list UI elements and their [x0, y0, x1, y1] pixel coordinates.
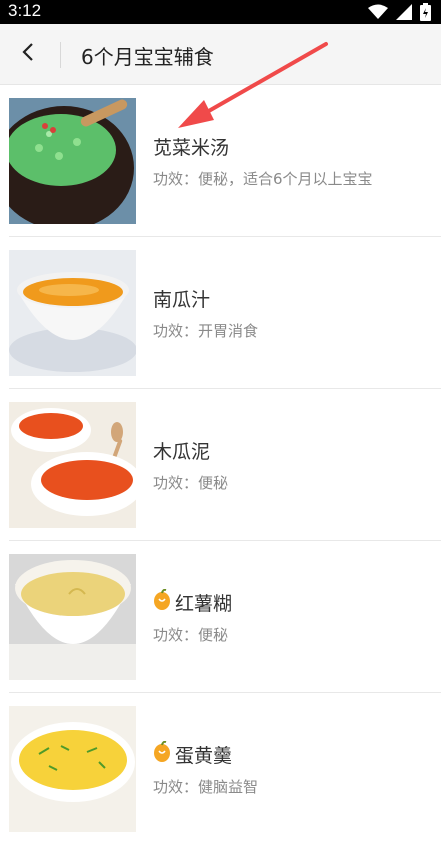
effect-label: 功效： [153, 322, 199, 340]
sweet-potato-icon [153, 740, 171, 768]
effect-label: 功效： [153, 626, 199, 644]
recipe-effect: 功效：开胃消食 [153, 320, 258, 341]
page-title: 6个月宝宝辅食 [81, 45, 214, 69]
signal-icon [396, 4, 412, 20]
list-item[interactable]: 蛋黄羹 功效：健脑益智 [0, 693, 441, 845]
recipe-name-text: 蛋黄羹 [175, 745, 233, 767]
chevron-left-icon [21, 42, 35, 66]
recipe-effect: 功效：便秘，适合6个月以上宝宝 [153, 168, 373, 189]
effect-value: 便秘 [198, 474, 229, 492]
effect-label: 功效： [153, 778, 199, 796]
recipe-name-text: 南瓜汁 [153, 289, 211, 311]
list-item[interactable]: 南瓜汁 功效：开胃消食 [0, 237, 441, 389]
recipe-effect: 功效：便秘 [153, 624, 228, 645]
status-bar: 3:12 [0, 0, 441, 24]
effect-label: 功效： [153, 170, 199, 188]
header-divider [60, 42, 61, 68]
effect-value: 健脑益智 [198, 778, 259, 796]
list-item[interactable]: 苋菜米汤 功效：便秘，适合6个月以上宝宝 [0, 85, 441, 237]
app-bar: 6个月宝宝辅食 [0, 24, 441, 85]
recipe-list: 苋菜米汤 功效：便秘，适合6个月以上宝宝 南瓜汁 功效：开胃消食 木瓜泥 功效：… [0, 85, 441, 845]
sweet-potato-icon [153, 588, 171, 616]
recipe-thumbnail [9, 554, 136, 680]
status-time: 3:12 [8, 1, 42, 20]
recipe-thumbnail [9, 402, 136, 528]
effect-value: 便秘 [198, 626, 229, 644]
recipe-effect: 功效：健脑益智 [153, 776, 258, 797]
wifi-icon [368, 4, 388, 20]
recipe-name: 红薯糊 [153, 588, 233, 616]
recipe-thumbnail [9, 250, 136, 376]
effect-value: 开胃消食 [198, 322, 259, 340]
back-button[interactable] [10, 36, 46, 72]
battery-icon [420, 3, 431, 21]
recipe-thumbnail [9, 706, 136, 832]
recipe-name: 南瓜汁 [153, 285, 210, 312]
recipe-effect: 功效：便秘 [153, 472, 228, 493]
recipe-name-text: 木瓜泥 [153, 441, 211, 463]
recipe-name: 木瓜泥 [153, 437, 210, 464]
recipe-name: 苋菜米汤 [153, 133, 229, 160]
recipe-name-text: 苋菜米汤 [153, 137, 230, 159]
recipe-thumbnail [9, 98, 136, 224]
recipe-name-text: 红薯糊 [175, 593, 233, 615]
list-item[interactable]: 红薯糊 功效：便秘 [0, 541, 441, 693]
recipe-name: 蛋黄羹 [153, 740, 233, 768]
effect-label: 功效： [153, 474, 199, 492]
effect-value: 便秘，适合6个月以上宝宝 [198, 170, 373, 188]
status-icons [368, 3, 431, 21]
list-item[interactable]: 木瓜泥 功效：便秘 [0, 389, 441, 541]
